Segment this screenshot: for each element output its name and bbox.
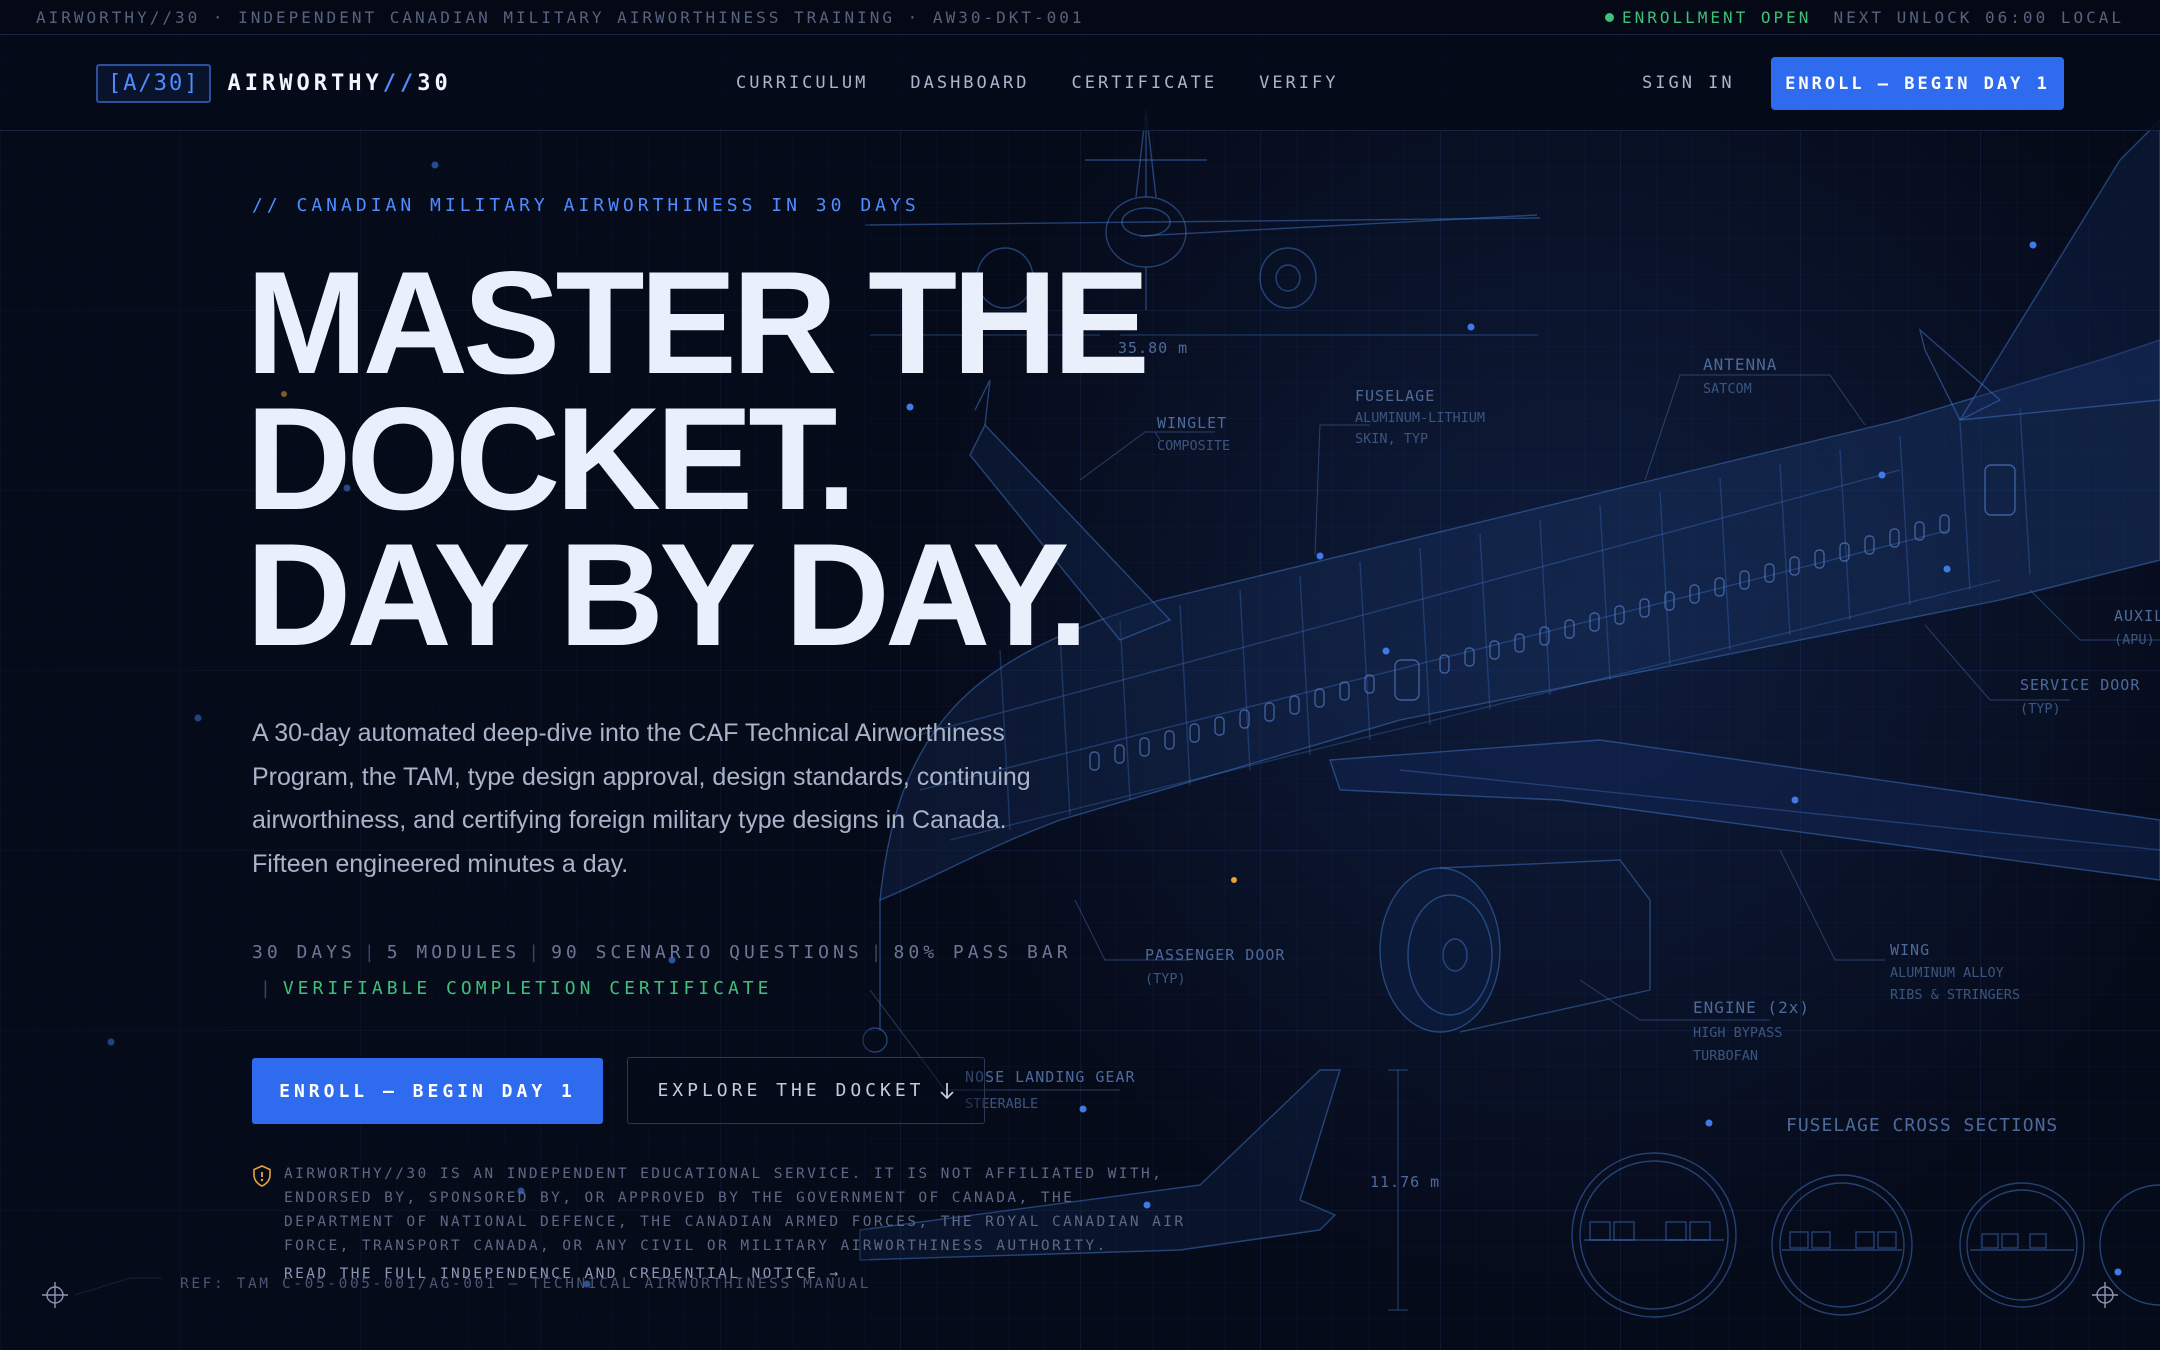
status-dot-icon: [1604, 12, 1614, 22]
arrow-down-icon: [939, 1082, 954, 1099]
shield-warning-icon: [253, 1165, 271, 1187]
nav-link-curriculum[interactable]: CURRICULUM: [736, 73, 868, 93]
stat-divider: |: [363, 942, 379, 963]
crosshair-icon: [2092, 1282, 2118, 1308]
notice-body: AIRWORTHY//30 IS AN INDEPENDENT EDUCATIO…: [284, 1162, 1192, 1282]
independence-notice: AIRWORTHY//30 IS AN INDEPENDENT EDUCATIO…: [252, 1162, 1192, 1282]
top-navigation: [A/30] AIRWORTHY//30 CURRICULUM DASHBOAR…: [0, 35, 2160, 131]
logo[interactable]: [A/30] AIRWORTHY//30: [96, 64, 452, 103]
logo-badge: [A/30]: [96, 64, 212, 103]
stat-modules: 5 MODULES: [386, 942, 521, 963]
sign-in-link[interactable]: SIGN IN: [1642, 73, 1735, 93]
enrollment-status: ENROLLMENT OPEN: [1604, 7, 1812, 27]
enroll-button[interactable]: ENROLL — BEGIN DAY 1: [252, 1058, 603, 1124]
nav-enroll-button[interactable]: ENROLL — BEGIN DAY 1: [1771, 57, 2064, 110]
reference-label: REF: TAM C-05-005-001/AG-001 — TECHNICAL…: [180, 1276, 872, 1292]
logo-number: 30: [417, 71, 452, 96]
hero-description: A 30-day automated deep-dive into the CA…: [252, 719, 1031, 878]
status-bar-left-text: AIRWORTHY//30 · INDEPENDENT CANADIAN MIL…: [36, 7, 1085, 27]
hero-eyebrow: // CANADIAN MILITARY AIRWORTHINESS IN 30…: [252, 195, 920, 216]
stat-divider: |: [528, 942, 544, 963]
status-bar-right: ENROLLMENT OPEN NEXT UNLOCK 06:00 LOCAL: [1604, 7, 2124, 27]
stat-questions: 90 SCENARIO QUESTIONS: [551, 942, 863, 963]
headline-line-2: DOCKET.: [246, 377, 857, 540]
stat-divider: |: [870, 942, 886, 963]
headline-line-3: DAY BY DAY.: [246, 513, 1089, 676]
status-bar: AIRWORTHY//30 · INDEPENDENT CANADIAN MIL…: [0, 0, 2160, 35]
hero-headline: MASTER THE DOCKET. DAY BY DAY.: [246, 241, 1150, 676]
stat-pass-bar: 80% PASS BAR: [893, 942, 1072, 963]
stat-divider: |: [260, 978, 275, 999]
nav-link-certificate[interactable]: CERTIFICATE: [1071, 73, 1217, 93]
next-unlock-time: NEXT UNLOCK 06:00 LOCAL: [1833, 7, 2124, 27]
explore-docket-label: EXPLORE THE DOCKET: [657, 1080, 925, 1101]
nav-link-dashboard[interactable]: DASHBOARD: [910, 73, 1029, 93]
notice-text: AIRWORTHY//30 IS AN INDEPENDENT EDUCATIO…: [284, 1166, 1186, 1254]
hero-stats: 30 DAYS | 5 MODULES | 90 SCENARIO QUESTIONS |…: [252, 935, 1112, 1007]
stat-certificate: VERIFIABLE COMPLETION CERTIFICATE: [282, 978, 773, 999]
stat-days: 30 DAYS: [252, 942, 356, 963]
enrollment-status-label: ENROLLMENT OPEN: [1621, 7, 1812, 27]
logo-name: AIRWORTHY: [227, 71, 383, 96]
logo-wordmark: AIRWORTHY//30: [227, 71, 451, 96]
headline-line-1: MASTER THE: [246, 241, 1150, 404]
nav-link-verify[interactable]: VERIFY: [1259, 73, 1338, 93]
crosshair-icon: [42, 1282, 68, 1308]
logo-slash: //: [382, 71, 418, 96]
explore-docket-button[interactable]: EXPLORE THE DOCKET: [627, 1057, 985, 1124]
nav-links: CURRICULUM DASHBOARD CERTIFICATE VERIFY: [736, 73, 1339, 93]
